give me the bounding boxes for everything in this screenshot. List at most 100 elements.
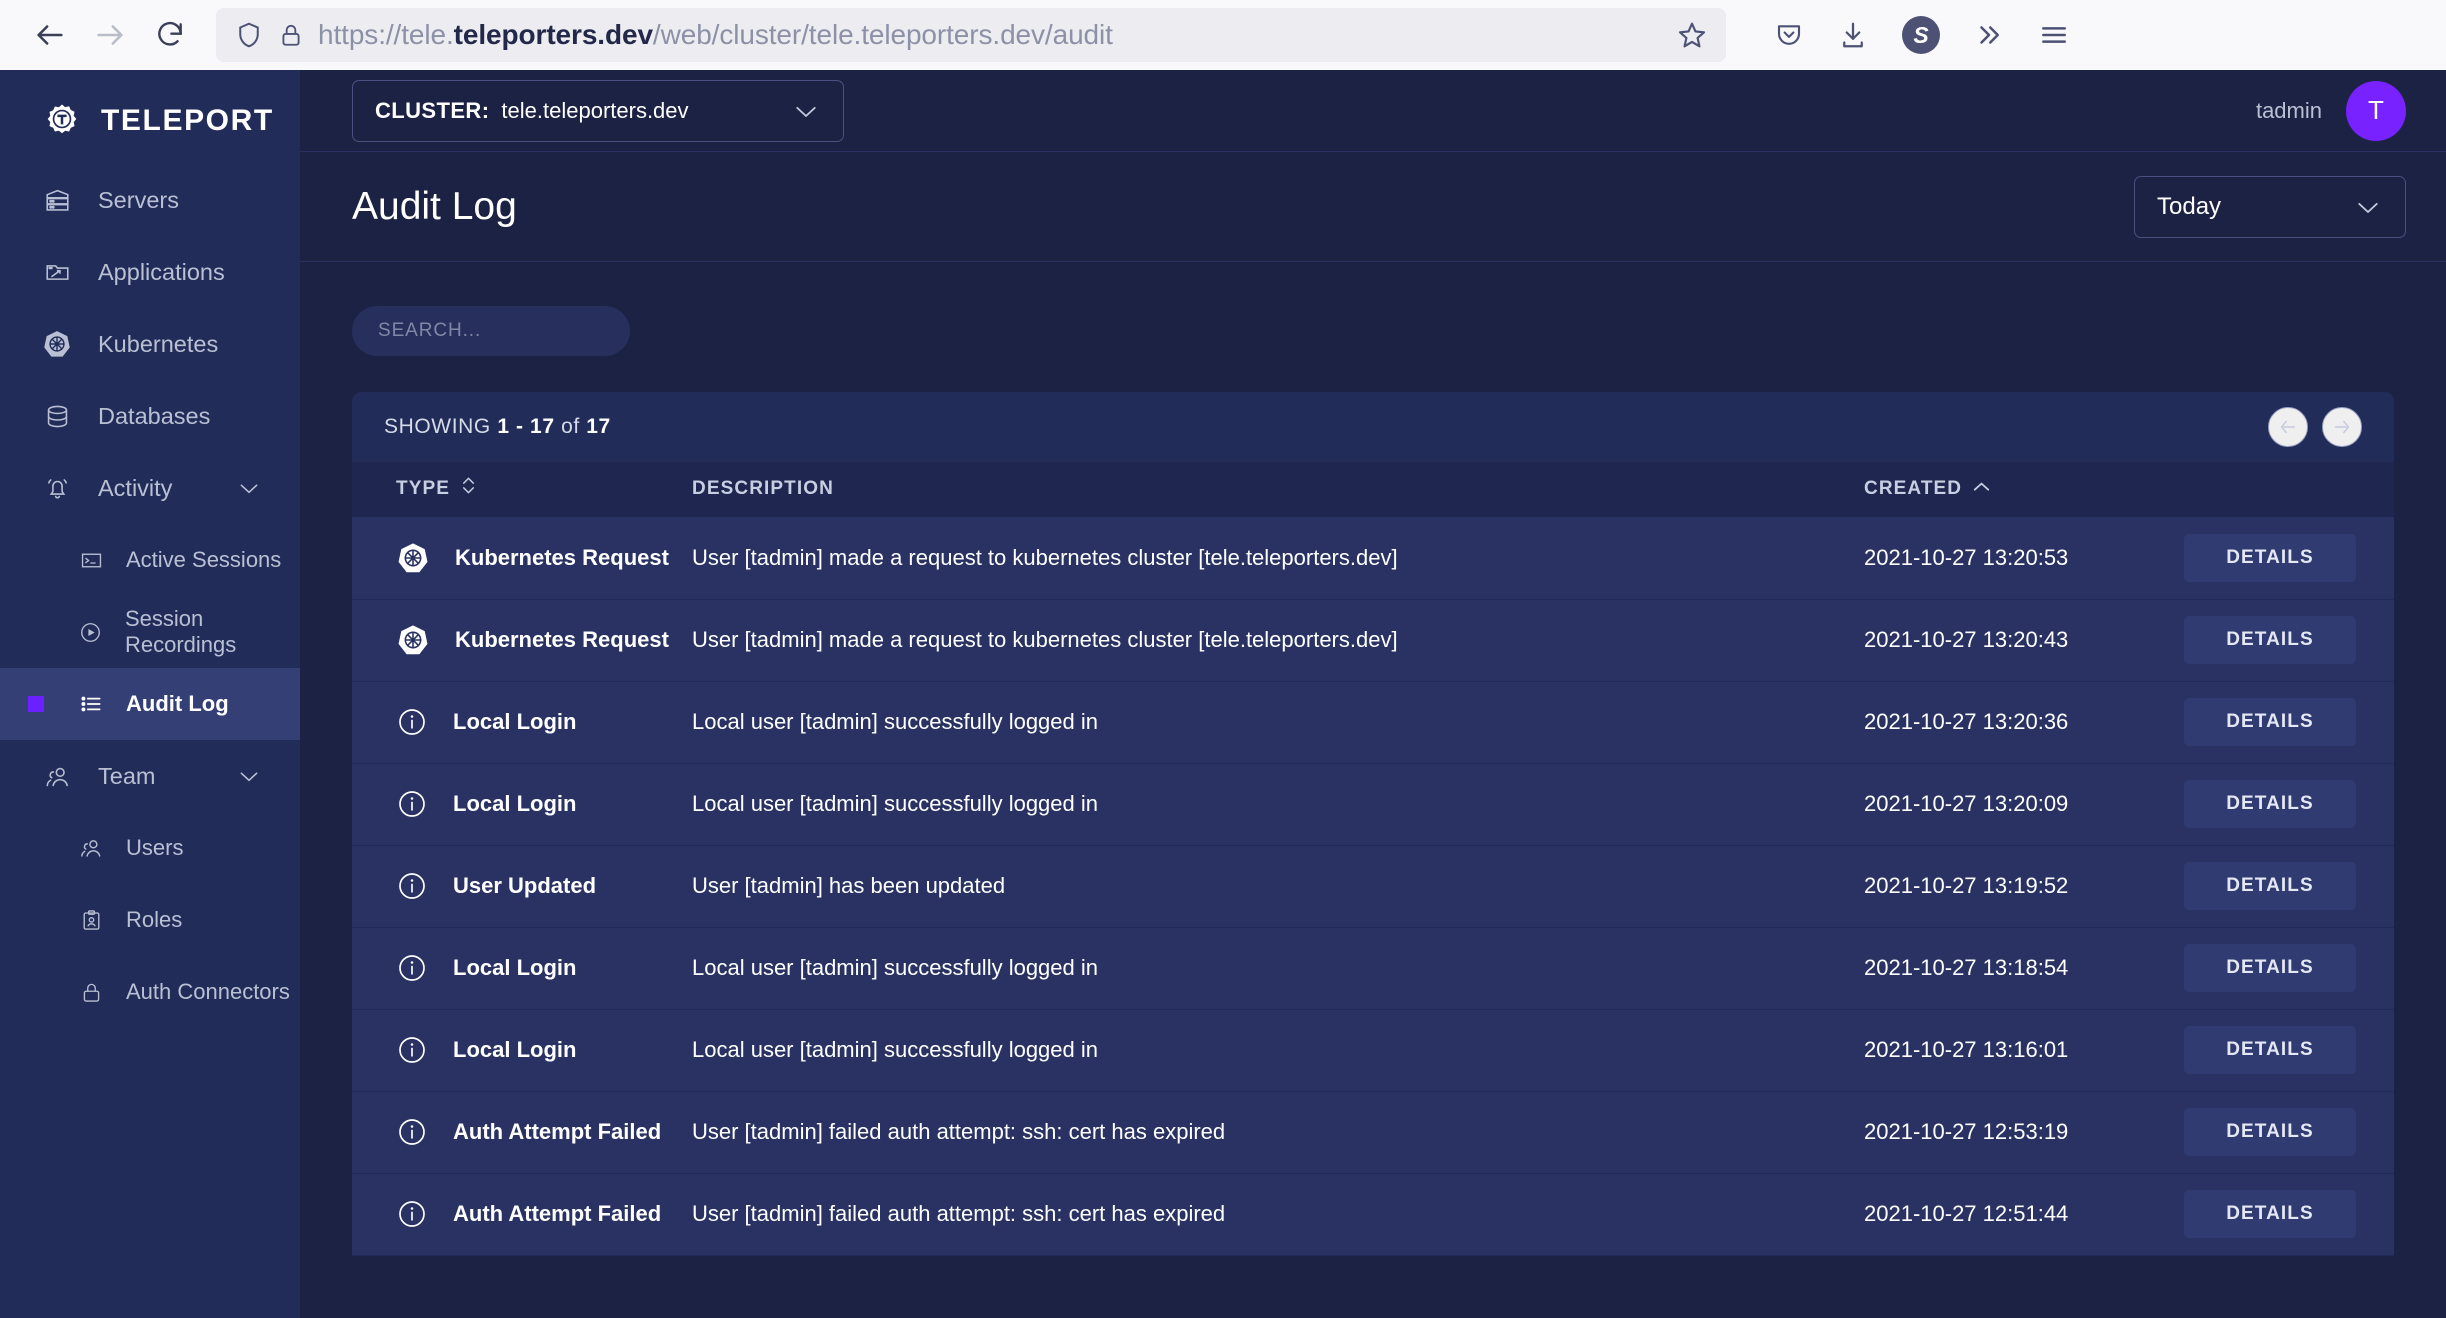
cell-actions: DETAILS	[2184, 927, 2394, 1010]
browser-back-button[interactable]	[22, 7, 78, 63]
sidebar-item-servers[interactable]: Servers	[0, 164, 300, 236]
column-label: DESCRIPTION	[692, 477, 834, 499]
url-host: teleporters.dev	[453, 19, 653, 50]
database-icon	[42, 402, 72, 431]
table-row: Local Login Local user [tadmin] successfu…	[352, 1009, 2394, 1092]
details-button[interactable]: DETAILS	[2184, 1026, 2356, 1074]
next-page-button[interactable]	[2322, 407, 2362, 447]
audit-table: TYPE DESCRIPTION CREATED Kubernetes Requ…	[352, 462, 2394, 1256]
server-icon	[42, 186, 72, 215]
chevron-down-icon	[2353, 192, 2383, 222]
table-header-row: TYPE DESCRIPTION CREATED	[352, 462, 2394, 517]
sidebar-item-label: Servers	[98, 186, 179, 213]
cluster-label: CLUSTER:	[375, 97, 490, 123]
details-button[interactable]: DETAILS	[2184, 944, 2356, 992]
details-button[interactable]: DETAILS	[2184, 616, 2356, 664]
info-icon	[396, 1034, 428, 1066]
sidebar-item-active-sessions[interactable]: Active Sessions	[0, 524, 300, 596]
showing-prefix: SHOWING	[384, 415, 491, 438]
downloads-icon[interactable]	[1838, 20, 1868, 50]
column-header-type[interactable]: TYPE	[352, 462, 692, 517]
details-button[interactable]: DETAILS	[2184, 1108, 2356, 1156]
sidebar-item-databases[interactable]: Databases	[0, 380, 300, 452]
details-button[interactable]: DETAILS	[2184, 698, 2356, 746]
username-label: tadmin	[2255, 97, 2322, 123]
sidebar-item-label: Auth Connectors	[126, 979, 290, 1004]
column-label: CREATED	[1864, 477, 1963, 499]
sidebar-item-audit-log[interactable]: Audit Log	[0, 668, 300, 740]
users-icon	[42, 762, 72, 791]
showing-of: of	[561, 415, 580, 438]
sidebar-item-roles[interactable]: Roles	[0, 884, 300, 956]
cell-description: Local user [tadmin] successfully logged …	[692, 681, 1864, 764]
cell-created: 2021-10-27 13:19:52	[1864, 845, 2184, 928]
prev-page-button[interactable]	[2268, 407, 2308, 447]
avatar[interactable]: T	[2346, 80, 2406, 141]
menu-icon[interactable]	[2038, 19, 2070, 51]
cluster-selector[interactable]: CLUSTER: tele.teleporters.dev	[352, 79, 844, 142]
cell-description: Local user [tadmin] successfully logged …	[692, 763, 1864, 846]
chevron-down-icon	[236, 763, 262, 789]
cell-description: User [tadmin] has been updated	[692, 845, 1864, 928]
browser-forward-button[interactable]	[82, 7, 138, 63]
browser-account-icon[interactable]: S	[1902, 16, 1940, 54]
showing-total: 17	[586, 415, 611, 438]
cell-actions: DETAILS	[2184, 763, 2394, 846]
chevron-down-icon	[791, 96, 821, 126]
url-text: https://tele.teleporters.dev/web/cluster…	[318, 19, 1662, 51]
page-title: Audit Log	[352, 184, 517, 228]
details-button[interactable]: DETAILS	[2184, 533, 2356, 582]
pocket-icon[interactable]	[1774, 20, 1804, 50]
overflow-icon[interactable]	[1974, 20, 2004, 50]
sidebar-group-activity[interactable]: Activity	[0, 452, 300, 524]
user-menu[interactable]: tadmin T	[2255, 80, 2406, 141]
table-row: Auth Attempt Failed User [tadmin] failed …	[352, 1091, 2394, 1174]
date-range-selector[interactable]: Today	[2134, 175, 2406, 238]
event-type-label: Local Login	[453, 709, 577, 734]
browser-toolbar-icons: S	[1774, 16, 2070, 54]
audit-log-content: SHOWING 1 - 17 of 17	[300, 262, 2446, 1318]
details-button[interactable]: DETAILS	[2184, 1190, 2356, 1238]
sidebar-nav-list: Servers Applications Kubernetes Database…	[0, 164, 300, 1028]
table-row: Kubernetes Request User [tadmin] made a r…	[352, 517, 2394, 600]
sidebar-item-kubernetes[interactable]: Kubernetes	[0, 308, 300, 380]
brand-logo[interactable]: TELEPORT	[0, 70, 300, 144]
cell-created: 2021-10-27 13:20:09	[1864, 763, 2184, 846]
cell-actions: DETAILS	[2184, 1009, 2394, 1092]
sidebar: TELEPORT Servers Applications Kubernetes…	[0, 70, 300, 1318]
sidebar-group-team[interactable]: Team	[0, 740, 300, 812]
cell-created: 2021-10-27 12:53:19	[1864, 1091, 2184, 1174]
cell-type: Local Login	[352, 763, 692, 846]
lock-icon	[78, 980, 104, 1005]
column-header-created[interactable]: CREATED	[1864, 462, 2184, 517]
cell-actions: DETAILS	[2184, 599, 2394, 682]
bookmark-star-icon[interactable]	[1676, 19, 1708, 51]
sidebar-item-session-recordings[interactable]: Session Recordings	[0, 596, 300, 668]
url-path: /web/cluster/tele.teleporters.dev/audit	[652, 19, 1113, 50]
table-row: Local Login Local user [tadmin] successfu…	[352, 763, 2394, 846]
sidebar-item-label: Databases	[98, 402, 211, 429]
cluster-topbar: CLUSTER: tele.teleporters.dev tadmin T	[300, 70, 2446, 152]
sidebar-item-users[interactable]: Users	[0, 812, 300, 884]
table-body: Kubernetes Request User [tadmin] made a r…	[352, 517, 2394, 1256]
cell-created: 2021-10-27 12:51:44	[1864, 1173, 2184, 1256]
cell-created: 2021-10-27 13:20:36	[1864, 681, 2184, 764]
sidebar-item-label: Roles	[126, 907, 183, 932]
column-header-description[interactable]: DESCRIPTION	[692, 462, 1864, 517]
cell-type: Auth Attempt Failed	[352, 1173, 692, 1256]
address-bar[interactable]: https://tele.teleporters.dev/web/cluster…	[216, 8, 1726, 62]
sidebar-item-label: Team	[98, 762, 156, 789]
play-circle-icon	[78, 620, 103, 645]
search-input[interactable]	[352, 306, 630, 356]
details-button[interactable]: DETAILS	[2184, 862, 2356, 910]
kubernetes-icon	[396, 623, 430, 657]
browser-reload-button[interactable]	[142, 7, 198, 63]
sidebar-item-label: Kubernetes	[98, 330, 219, 357]
cell-actions: DETAILS	[2184, 1091, 2394, 1174]
cell-type: Local Login	[352, 1009, 692, 1092]
event-type-label: Local Login	[453, 955, 577, 980]
details-button[interactable]: DETAILS	[2184, 780, 2356, 828]
pagination	[2268, 407, 2362, 447]
sidebar-item-auth-connectors[interactable]: Auth Connectors	[0, 956, 300, 1028]
sidebar-item-applications[interactable]: Applications	[0, 236, 300, 308]
